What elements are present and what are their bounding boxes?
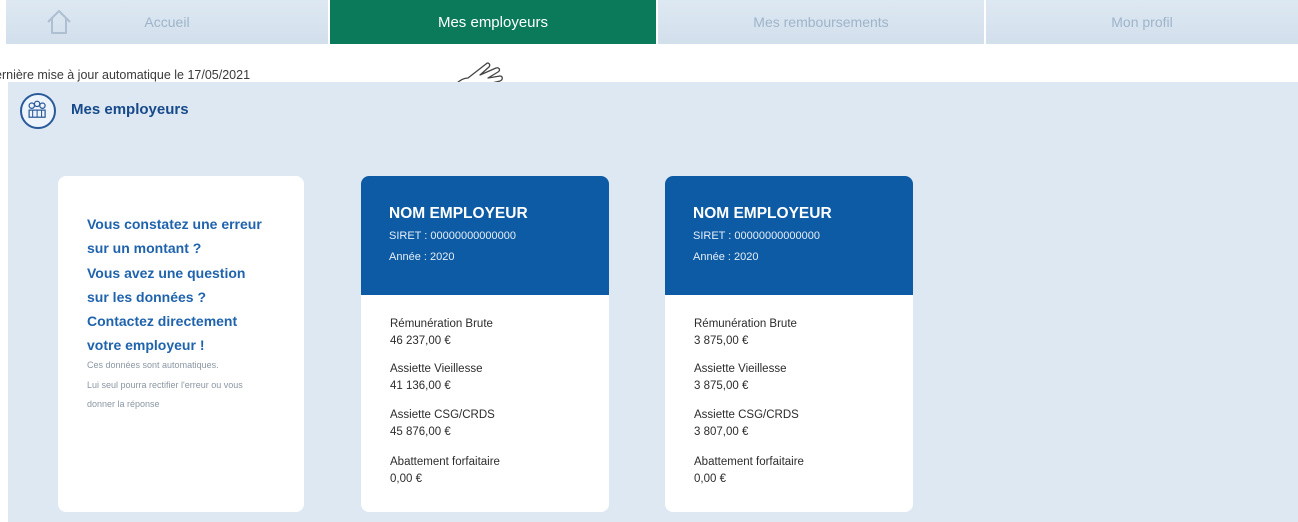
info-card: Vous constatez une erreur sur un montant… xyxy=(58,176,304,512)
tab-mon-profil-label: Mon profil xyxy=(1111,14,1173,30)
main-nav: Accueil Mes employeurs Mes remboursement… xyxy=(6,0,1298,44)
info-message: Vous constatez une erreur sur un montant… xyxy=(87,212,292,358)
field-value: 3 875,00 € xyxy=(694,380,749,392)
employer-year: Année : 2020 xyxy=(693,251,759,263)
tab-mes-employeurs-label: Mes employeurs xyxy=(437,13,549,31)
employer-name: NOM EMPLOYEUR xyxy=(693,205,832,222)
tab-mon-profil[interactable]: Mon profil xyxy=(986,0,1298,44)
field-label: Assiette Vieillesse xyxy=(694,363,787,375)
field-label: Rémunération Brute xyxy=(694,318,797,330)
info-line: Vous constatez une erreur xyxy=(87,216,262,232)
info-line: Contactez directement xyxy=(87,313,238,330)
employer-card-header: NOM EMPLOYEUR SIRET : 00000000000000 Ann… xyxy=(665,176,913,295)
info-line: sur les données ? xyxy=(87,288,207,305)
section-title: Mes employeurs xyxy=(71,101,189,118)
tab-mes-remboursements-label: Mes remboursements xyxy=(753,14,889,30)
field-label: Abattement forfaitaire xyxy=(694,456,804,468)
field-value: 0,00 € xyxy=(390,473,422,485)
tab-accueil-label: Accueil xyxy=(144,14,190,30)
field-label: Assiette CSG/CRDS xyxy=(694,409,799,421)
last-update-text: ernière mise à jour automatique le 17/05… xyxy=(0,68,251,82)
field-label: Assiette CSG/CRDS xyxy=(390,409,495,421)
field-label: Rémunération Brute xyxy=(390,318,493,330)
tab-accueil[interactable]: Accueil xyxy=(6,0,330,44)
employer-name: NOM EMPLOYEUR xyxy=(389,205,528,222)
home-icon xyxy=(47,10,71,34)
info-note-line: Ces données sont automatiques. xyxy=(87,360,219,370)
info-note: Ces données sont automatiques. Lui seul … xyxy=(87,356,297,415)
tab-mes-remboursements[interactable]: Mes remboursements xyxy=(658,0,986,44)
info-note-line: donner la réponse xyxy=(87,399,160,409)
field-value: 41 136,00 € xyxy=(390,380,451,392)
employer-card[interactable]: NOM EMPLOYEUR SIRET : 00000000000000 Ann… xyxy=(361,176,609,512)
tab-mes-employeurs[interactable]: Mes employeurs xyxy=(330,0,658,44)
field-label: Abattement forfaitaire xyxy=(390,456,500,468)
field-value: 3 807,00 € xyxy=(694,426,749,438)
employer-siret: SIRET : 00000000000000 xyxy=(693,230,821,242)
field-label: Assiette Vieillesse xyxy=(390,363,483,375)
info-line: Vous avez une question xyxy=(87,264,246,281)
info-note-line: Lui seul pourra rectifier l'erreur ou vo… xyxy=(87,379,243,390)
field-value: 45 876,00 € xyxy=(390,426,451,438)
employers-group-icon xyxy=(20,93,56,129)
field-value: 0,00 € xyxy=(694,473,726,485)
employer-card[interactable]: NOM EMPLOYEUR SIRET : 00000000000000 Ann… xyxy=(665,176,913,512)
employer-siret: SIRET : 00000000000000 xyxy=(389,230,517,242)
field-value: 46 237,00 € xyxy=(390,335,451,347)
field-value: 3 875,00 € xyxy=(694,335,749,347)
info-line: sur un montant ? xyxy=(87,240,202,257)
info-line: votre employeur ! xyxy=(87,337,205,354)
update-bar: ernière mise à jour automatique le 17/05… xyxy=(0,44,1298,82)
employer-year: Année : 2020 xyxy=(389,251,455,263)
employer-card-header: NOM EMPLOYEUR SIRET : 00000000000000 Ann… xyxy=(361,176,609,295)
